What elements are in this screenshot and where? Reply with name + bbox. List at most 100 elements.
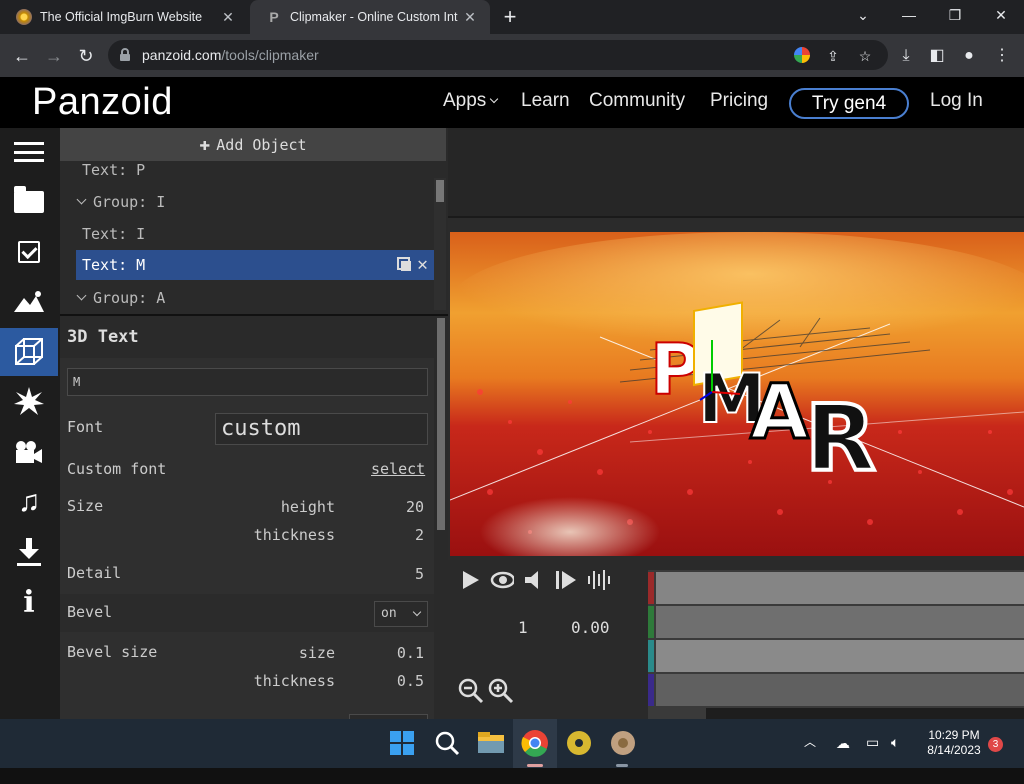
try-gen4-button[interactable]: Try gen4 xyxy=(789,88,909,119)
scrollbar-thumb[interactable] xyxy=(436,180,444,202)
track-row[interactable] xyxy=(656,606,1024,638)
eye-icon[interactable] xyxy=(490,568,514,592)
lock-icon xyxy=(120,48,130,61)
track-row[interactable] xyxy=(656,674,1024,706)
zoom-out-icon[interactable] xyxy=(458,678,484,704)
minimize-button[interactable]: — xyxy=(886,0,932,34)
side-panel-icon[interactable]: ◧ xyxy=(924,42,950,70)
panzoid-logo[interactable]: Panzoid xyxy=(32,81,173,124)
chrome-icon[interactable] xyxy=(519,727,551,759)
svg-text:A: A xyxy=(750,367,809,456)
nav-apps[interactable]: Apps xyxy=(443,90,499,112)
object-item-group-i[interactable]: Group: I xyxy=(76,187,434,217)
forward-icon[interactable]: → xyxy=(40,42,68,70)
background-button[interactable] xyxy=(0,278,58,326)
object-item-text-p[interactable]: Text: P xyxy=(76,155,434,185)
tab-title: The Official ImgBurn Website xyxy=(40,10,203,24)
timeline-tracks[interactable] xyxy=(648,570,1024,719)
object-item-text-m[interactable]: Text: M ✕ xyxy=(76,250,434,280)
3d-objects-button[interactable] xyxy=(0,328,58,376)
font-field[interactable]: custom xyxy=(215,413,428,445)
windows-start-icon[interactable] xyxy=(386,727,418,759)
onedrive-icon[interactable]: ☁ xyxy=(836,735,850,784)
tasks-button[interactable] xyxy=(0,228,58,276)
files-button[interactable] xyxy=(0,178,58,226)
duplicate-icon[interactable] xyxy=(397,257,412,271)
reload-icon[interactable]: ↻ xyxy=(72,42,100,70)
google-lens-icon[interactable] xyxy=(794,47,810,63)
chevron-down-icon[interactable] xyxy=(76,290,87,301)
bevel-label: Bevel xyxy=(67,603,113,621)
disc-app-icon[interactable] xyxy=(607,727,639,759)
effects-button[interactable] xyxy=(0,378,58,426)
preview-canvas[interactable]: P M A R xyxy=(450,232,1024,556)
scrollbar-thumb[interactable] xyxy=(437,318,445,530)
bevel-size-value[interactable]: 0.1 xyxy=(360,644,424,662)
bookmark-star-icon[interactable]: ☆ xyxy=(854,45,876,67)
chevron-down-icon[interactable] xyxy=(76,194,87,205)
volume-icon[interactable] xyxy=(522,568,546,592)
step-forward-icon[interactable] xyxy=(554,568,578,592)
track-row[interactable] xyxy=(656,640,1024,672)
camera-button[interactable] xyxy=(0,428,58,476)
track-scroll[interactable] xyxy=(706,708,1024,719)
back-icon[interactable]: ← xyxy=(8,42,36,70)
restore-button[interactable]: ❐ xyxy=(932,0,978,34)
share-icon[interactable]: ⇪ xyxy=(822,45,844,67)
file-explorer-icon[interactable] xyxy=(475,727,507,759)
profile-icon[interactable]: ● xyxy=(956,42,982,70)
new-tab-button[interactable]: + xyxy=(498,4,522,30)
taskbar-clock[interactable]: 10:29 PM 8/14/2023 xyxy=(916,728,992,758)
site-header: Panzoid Apps Learn Community Pricing Try… xyxy=(0,77,1024,128)
object-list-scrollbar[interactable] xyxy=(434,178,446,310)
object-item-group-a[interactable]: Group: A xyxy=(76,283,434,313)
nav-community[interactable]: Community xyxy=(589,90,685,112)
tab-imgburn[interactable]: The Official ImgBurn Website ✕ xyxy=(0,0,248,34)
notification-badge[interactable]: 3 xyxy=(988,737,1003,752)
detail-value[interactable]: 5 xyxy=(360,565,424,583)
delete-icon[interactable]: ✕ xyxy=(417,256,428,274)
play-icon[interactable] xyxy=(458,568,482,592)
bevel-select[interactable]: on xyxy=(374,601,428,627)
address-bar[interactable]: panzoid.com/tools/clipmaker ⇪ ☆ xyxy=(108,40,888,70)
font-label: Font xyxy=(67,418,104,436)
tab-clipmaker[interactable]: P Clipmaker - Online Custom Intro... ✕ xyxy=(250,0,490,34)
object-item-text-i[interactable]: Text: I xyxy=(76,219,434,249)
menu-kebab-icon[interactable]: ⋮ xyxy=(989,42,1015,70)
time-readout: 0.00 xyxy=(571,618,610,637)
audio-button[interactable]: ♫ xyxy=(0,478,58,526)
bevel-thickness-value[interactable]: 0.5 xyxy=(360,672,424,690)
network-icon[interactable]: ▭ xyxy=(866,734,879,783)
height-value[interactable]: 20 xyxy=(360,498,424,516)
search-icon[interactable] xyxy=(431,727,463,759)
bevel-size-label: Bevel size xyxy=(67,643,158,661)
nav-pricing[interactable]: Pricing xyxy=(710,90,768,112)
speaker-icon[interactable]: 🔈︎ xyxy=(891,734,899,783)
thickness-value[interactable]: 2 xyxy=(360,526,424,544)
track-color-marker xyxy=(648,640,654,672)
login-link[interactable]: Log In xyxy=(930,90,983,112)
close-tab-icon[interactable]: ✕ xyxy=(458,9,482,26)
export-button[interactable] xyxy=(0,528,58,576)
plus-icon: ✚ xyxy=(199,134,211,155)
frame-number: 1 xyxy=(518,618,528,637)
nav-learn[interactable]: Learn xyxy=(521,90,570,112)
close-tab-icon[interactable]: ✕ xyxy=(216,9,240,26)
close-window-button[interactable]: ✕ xyxy=(978,0,1024,34)
thickness-label: thickness xyxy=(253,526,335,544)
info-button[interactable]: i xyxy=(0,578,58,626)
properties-scrollbar[interactable] xyxy=(434,316,448,719)
workspace: P M A R 1 0.00 xyxy=(448,128,1024,719)
zoom-in-icon[interactable] xyxy=(488,678,514,704)
text-content-input[interactable]: M xyxy=(67,368,428,396)
chevron-down-icon xyxy=(412,607,422,617)
download-icon[interactable]: ⤓ xyxy=(893,42,919,70)
menu-button[interactable] xyxy=(0,128,58,176)
track-row[interactable] xyxy=(656,572,1024,604)
imgburn-icon[interactable] xyxy=(563,727,595,759)
tab-search-icon[interactable]: ⌄ xyxy=(840,0,886,34)
select-font-link[interactable]: select xyxy=(371,460,425,478)
tray-overflow-icon[interactable]: ︿ xyxy=(804,733,816,782)
windows-taskbar: ︿ ☁ ▭ 🔈︎ 10:29 PM 8/14/2023 xyxy=(0,719,1024,768)
waveform-icon[interactable] xyxy=(586,568,610,592)
